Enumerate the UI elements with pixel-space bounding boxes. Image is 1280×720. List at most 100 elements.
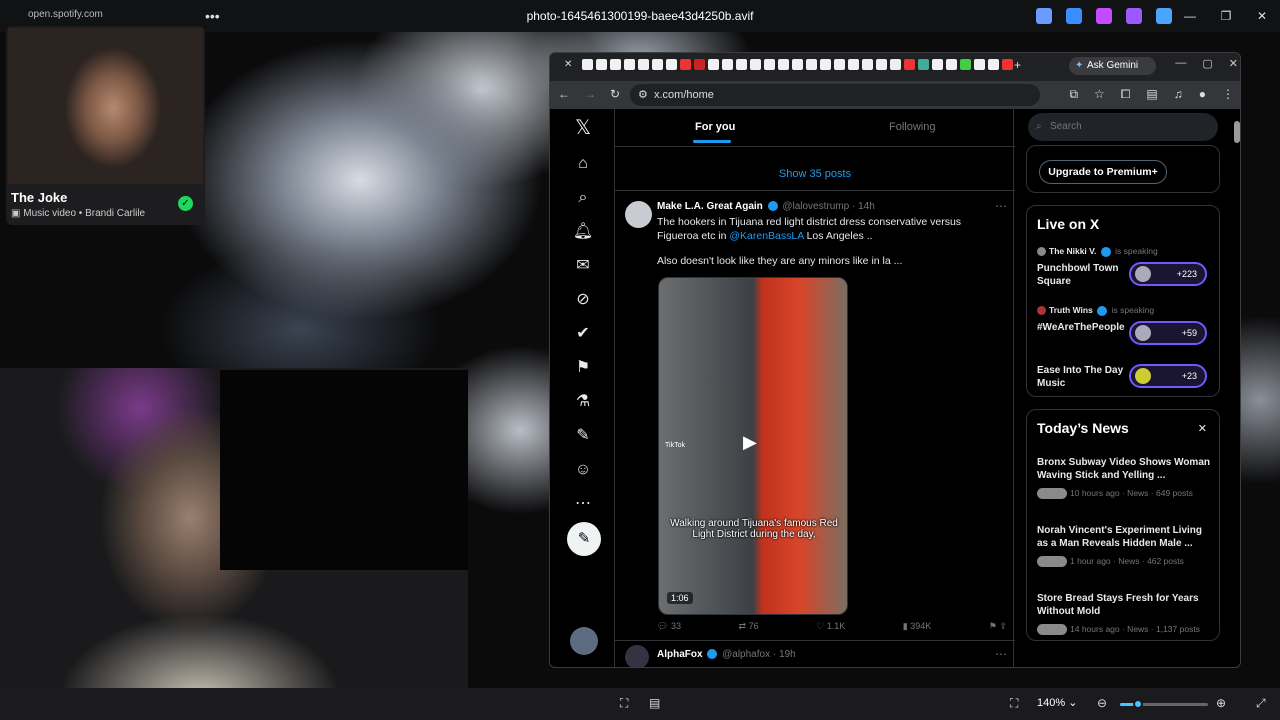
bell-icon[interactable]: 🔔︎ [572,221,594,243]
tweet-time[interactable]: · 19h [773,649,796,660]
tweet-video[interactable]: TikTok ▶ Walking around Tijuana's famous… [658,277,848,615]
tweet-author-name[interactable]: AlphaFox [657,649,703,660]
grok-icon[interactable]: ⊘ [572,289,594,311]
account-avatar[interactable] [570,627,598,655]
page-scrollbar[interactable] [1234,113,1240,663]
clipchamp-icon[interactable] [1126,8,1142,24]
like-button[interactable]: ♡ 1.1K [816,621,845,632]
mail-icon[interactable]: ✉ [572,255,594,277]
extensions-icon[interactable]: ⧠ [1121,87,1131,102]
zoom-slider-knob[interactable] [1132,699,1143,709]
browser-close-button[interactable]: ✕ [1229,57,1238,70]
zoom-out-icon[interactable]: ⊖ [1097,696,1107,710]
premium-card: Upgrade to Premium+ [1026,145,1220,193]
tweet[interactable]: AlphaFox @alphafox · 19h ⋯ [615,641,1015,667]
fit-icon[interactable]: ⛶ [1010,696,1018,711]
view-count: 394K [910,621,932,631]
space-listeners[interactable]: +23 [1129,364,1207,388]
tweet-author-name[interactable]: Make L.A. Great Again [657,201,763,212]
space-listeners[interactable]: +223 [1129,262,1207,286]
reload-icon[interactable]: ↻ [610,87,620,101]
bookmark-tweet-icon[interactable]: ⚑ ⇪ [989,621,1007,632]
verified-badge-icon [1097,305,1108,316]
close-tab-icon[interactable]: ✕ [564,59,572,70]
profile-icon[interactable]: ☺ [572,459,594,481]
bookmark-icon[interactable]: ⚑ [572,357,594,379]
text-icon[interactable]: ▤ [649,696,660,710]
spotify-miniplayer[interactable]: The Joke ▣ Music video • Brandi Carlile … [6,26,205,225]
bookmark-star-icon[interactable]: ☆ [1094,87,1105,102]
media-icon[interactable]: ♫ [1174,87,1183,102]
space-listeners[interactable]: +59 [1129,321,1207,345]
upgrade-premium-button[interactable]: Upgrade to Premium+ [1039,160,1167,184]
forward-icon[interactable]: → [584,87,596,101]
address-bar[interactable]: ⚙ x.com/home [630,84,1040,106]
zoom-slider[interactable] [1120,699,1208,709]
tweet[interactable]: Make L.A. Great Again @lalovestrump · 14… [615,191,1015,641]
saved-check-icon[interactable]: ✓ [178,196,193,211]
space-title[interactable]: Punchbowl Town Square [1037,262,1127,288]
home-icon[interactable]: ⌂ [572,153,594,175]
back-icon[interactable]: ← [558,87,570,101]
repost-button[interactable]: ⇄ 76 [739,621,759,632]
webcam-dark-panel [220,370,468,570]
play-icon[interactable]: ▶ [743,432,757,453]
tweet-more-icon[interactable]: ⋯ [995,199,1007,213]
news-meta-text: 10 hours ago · News · 649 posts [1070,488,1193,498]
more-circle-icon[interactable]: ⋯ [572,493,594,515]
news-headline[interactable]: Norah Vincent's Experiment Living as a M… [1037,524,1213,550]
search-icon[interactable]: ⌕ [572,187,594,209]
tab-for-you[interactable]: For you [692,121,735,143]
close-button[interactable]: ✕ [1244,0,1280,32]
tweet-more-icon[interactable]: ⋯ [995,647,1007,661]
cloud-icon[interactable] [1156,8,1172,24]
mention-link[interactable]: @KarenBassLA [729,230,803,242]
zoom-in-icon[interactable]: ⊕ [1216,696,1226,710]
x-logo-icon[interactable]: 𝕏 [572,117,594,139]
minimize-button[interactable]: — [1172,0,1208,32]
show-posts-link[interactable]: Show 35 posts [615,161,1015,191]
x-side-nav: 𝕏 ⌂ ⌕ 🔔︎ ✉ ⊘ ✔ ⚑ ⚗ ✎ ☺ ⋯ ✎ [550,109,614,667]
ask-gemini-button[interactable]: ✦ Ask Gemini [1069,57,1156,75]
reply-button[interactable]: 💬︎ 33 [657,621,681,632]
track-title: The Joke [11,190,68,205]
gemini-icon: ✦ [1075,60,1084,71]
maximize-button[interactable]: ❐ [1208,0,1244,32]
sidebar-icon[interactable]: ▤ [1146,87,1157,102]
address-toolbar: ← → ↻ ⚙ x.com/home ⧉ ☆ ⧠ ▤ ♫ ● ⋮ [550,81,1240,109]
browser-maximize-button[interactable]: ▢ [1202,57,1212,70]
search-input[interactable]: ⌕ Search [1028,113,1218,141]
copilot-icon[interactable] [1036,8,1052,24]
space-title[interactable]: #WeAreThePeople [1037,321,1127,334]
tab-following[interactable]: Following [889,121,935,133]
space-title[interactable]: Ease Into The Day Music [1037,364,1127,390]
news-headline[interactable]: Bronx Subway Video Shows Woman Waving St… [1037,456,1213,482]
tweet-handle[interactable]: @alphafox [722,649,770,660]
pinned-tabs[interactable] [582,59,1013,70]
site-info-icon[interactable]: ⚙ [638,84,648,106]
video-duration: 1:06 [667,592,693,604]
menu-icon[interactable]: ⋮ [1222,87,1234,102]
new-tab-button[interactable]: + [1014,58,1021,72]
crop-icon[interactable]: ⛶ [620,696,628,711]
fullscreen-icon[interactable]: ⤢ [1256,696,1266,711]
designer-icon[interactable] [1096,8,1112,24]
verified-icon[interactable]: ✔ [572,323,594,345]
scrollbar-thumb[interactable] [1234,121,1240,143]
tweet-avatar[interactable] [625,201,652,228]
views-button[interactable]: ▮ 394K [903,621,931,632]
tweet-handle[interactable]: @lalovestrump [782,201,849,212]
edit-icon[interactable] [1066,8,1082,24]
post-button[interactable]: ✎ [567,522,601,556]
live-on-x-card: Live on X The Nikki V. is speaking Punch… [1026,205,1220,397]
profile-avatar[interactable]: ● [1199,87,1206,102]
browser-minimize-button[interactable]: — [1175,57,1186,70]
install-icon[interactable]: ⧉ [1069,87,1078,102]
flask-icon[interactable]: ⚗ [572,391,594,413]
tweet-avatar[interactable] [625,645,649,667]
close-icon[interactable]: ✕ [1198,422,1207,435]
tweet-time[interactable]: · 14h [852,201,875,212]
edit-icon[interactable]: ✎ [572,425,594,447]
zoom-level[interactable]: 140% ⌄ [1037,696,1077,709]
news-headline[interactable]: Store Bread Stays Fresh for Years Withou… [1037,592,1213,618]
